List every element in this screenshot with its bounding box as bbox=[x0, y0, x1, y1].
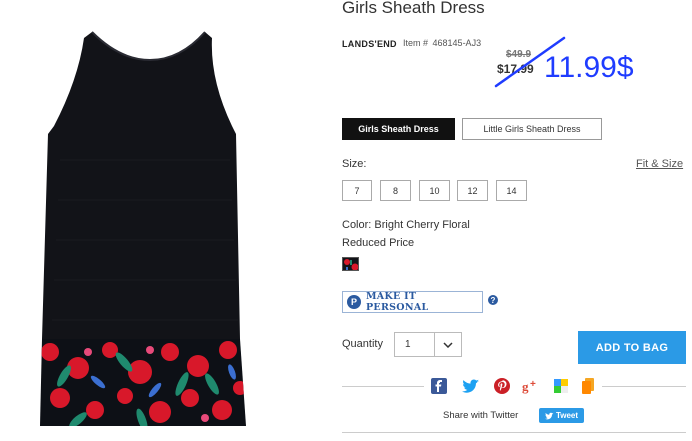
size-option-12[interactable]: 12 bbox=[457, 180, 488, 201]
style-option-little-girls[interactable]: Little Girls Sheath Dress bbox=[462, 118, 602, 140]
quantity-select[interactable]: 1 bbox=[394, 332, 462, 357]
fit-size-link[interactable]: Fit & Size bbox=[636, 158, 683, 170]
tweet-button[interactable]: Tweet bbox=[539, 408, 584, 423]
svg-text:g: g bbox=[522, 379, 529, 394]
divider-left bbox=[342, 386, 424, 387]
twitter-icon[interactable] bbox=[462, 378, 480, 394]
color-label: Color: Bright Cherry Floral bbox=[342, 219, 470, 231]
size-option-7[interactable]: 7 bbox=[342, 180, 372, 201]
personalize-icon: P bbox=[347, 295, 361, 309]
size-option-8[interactable]: 8 bbox=[380, 180, 411, 201]
tweet-label: Tweet bbox=[555, 411, 579, 420]
style-option-girls[interactable]: Girls Sheath Dress bbox=[342, 118, 455, 140]
help-icon[interactable]: ? bbox=[488, 295, 498, 305]
personalize-label: MAKE IT PERSONAL bbox=[365, 291, 429, 313]
item-number: Item # 468145-AJ3 bbox=[401, 38, 481, 48]
size-label: Size: bbox=[342, 158, 367, 170]
delicious-icon[interactable] bbox=[554, 378, 568, 394]
tweet-bird-icon bbox=[544, 412, 554, 419]
brand-logo: LANDS'END bbox=[342, 39, 397, 49]
reduced-price-label: Reduced Price bbox=[342, 237, 415, 249]
item-label: Item # bbox=[403, 38, 429, 48]
blogger-icon[interactable] bbox=[582, 378, 596, 394]
color-swatch[interactable] bbox=[342, 257, 359, 271]
googleplus-icon[interactable]: g + bbox=[522, 378, 540, 394]
size-option-10[interactable]: 10 bbox=[419, 180, 450, 201]
add-to-bag-button[interactable]: ADD TO BAG bbox=[578, 331, 686, 364]
social-share-row: g + bbox=[342, 377, 686, 395]
chevron-down-icon bbox=[434, 333, 461, 356]
new-price-annotation: 11.99$ bbox=[544, 51, 634, 84]
quantity-label: Quantity bbox=[342, 338, 383, 350]
quantity-value: 1 bbox=[405, 339, 411, 350]
floral-swatch-icon bbox=[343, 258, 358, 270]
facebook-icon[interactable] bbox=[431, 378, 447, 394]
size-option-14[interactable]: 14 bbox=[496, 180, 527, 201]
item-number-value: 468145-AJ3 bbox=[432, 38, 482, 48]
product-title: Girls Sheath Dress bbox=[342, 0, 485, 17]
divider-right bbox=[602, 386, 686, 387]
product-image bbox=[40, 31, 246, 426]
make-it-personal-button[interactable]: P MAKE IT PERSONAL bbox=[342, 291, 483, 313]
svg-text:+: + bbox=[530, 379, 536, 390]
bottom-divider bbox=[342, 432, 686, 433]
share-twitter-label: Share with Twitter bbox=[443, 410, 519, 421]
pinterest-icon[interactable] bbox=[494, 378, 510, 394]
